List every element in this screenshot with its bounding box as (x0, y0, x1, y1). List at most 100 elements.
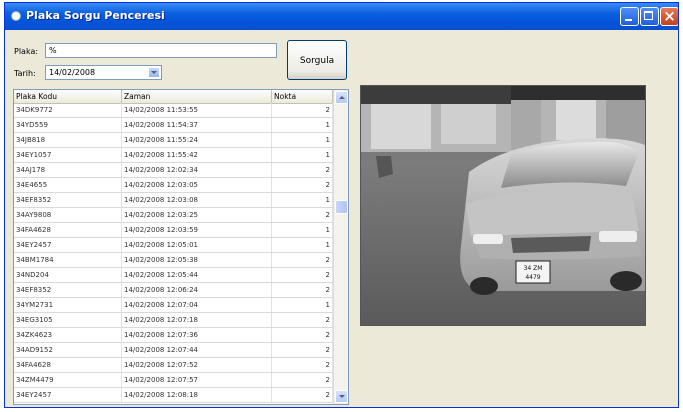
cell-plaka-kodu: 34JB818 (14, 133, 122, 147)
table-row[interactable]: 34AD9152 14/02/2008 12:07:44 2 (14, 343, 333, 358)
app-icon (11, 11, 21, 21)
cell-zaman: 14/02/2008 11:53:55 (122, 103, 272, 117)
cell-zaman: 14/02/2008 12:06:24 (122, 283, 272, 297)
cell-plaka-kodu: 34EY2457 (14, 238, 122, 252)
cell-zaman: 14/02/2008 12:07:18 (122, 313, 272, 327)
cell-plaka-kodu: 34FA4628 (14, 358, 122, 372)
table-row[interactable]: 34ZM4479 14/02/2008 12:07:57 2 (14, 373, 333, 388)
results-grid: Plaka Kodu Zaman Nokta 34DK9772 14/02/200… (13, 89, 349, 405)
cell-nokta: 2 (272, 373, 333, 387)
cell-zaman: 14/02/2008 11:55:42 (122, 148, 272, 162)
tarih-label: Tarih: (14, 69, 36, 78)
cell-plaka-kodu: 34EF8352 (14, 193, 122, 207)
table-row[interactable]: 34EF8352 14/02/2008 12:06:24 2 (14, 283, 333, 298)
maximize-button[interactable] (640, 7, 659, 26)
cell-nokta: 2 (272, 283, 333, 297)
table-row[interactable]: 34AY9808 14/02/2008 12:03:25 2 (14, 208, 333, 223)
table-row[interactable]: 34EY1057 14/02/2008 11:55:42 1 (14, 148, 333, 163)
cell-zaman: 14/02/2008 12:05:44 (122, 268, 272, 282)
scroll-up-icon[interactable] (335, 91, 348, 104)
cell-plaka-kodu: 34ZM4479 (14, 373, 122, 387)
cell-zaman: 14/02/2008 12:07:57 (122, 373, 272, 387)
plaka-input[interactable] (45, 43, 277, 58)
cell-nokta: 2 (272, 208, 333, 222)
cell-nokta: 2 (272, 388, 333, 402)
cell-zaman: 14/02/2008 12:02:34 (122, 163, 272, 177)
table-row[interactable]: 34YM2731 14/02/2008 12:07:04 1 (14, 298, 333, 313)
cell-zaman: 14/02/2008 12:03:59 (122, 223, 272, 237)
plaka-label: Plaka: (14, 47, 39, 56)
table-row[interactable]: 34DK9772 14/02/2008 11:53:55 2 (14, 103, 333, 118)
cell-nokta: 1 (272, 298, 333, 312)
column-header-nokta[interactable]: Nokta (272, 90, 333, 103)
table-row[interactable]: 34AJ178 14/02/2008 12:02:34 2 (14, 163, 333, 178)
cell-plaka-kodu: 34EY2457 (14, 388, 122, 402)
column-header-plaka-kodu[interactable]: Plaka Kodu (14, 90, 122, 103)
tarih-date-picker[interactable]: 14/02/2008 (45, 65, 162, 80)
cell-zaman: 14/02/2008 12:07:44 (122, 343, 272, 357)
cell-zaman: 14/02/2008 12:07:04 (122, 298, 272, 312)
cell-nokta: 2 (272, 253, 333, 267)
table-row[interactable]: 34EF8352 14/02/2008 12:03:08 1 (14, 193, 333, 208)
cell-zaman: 14/02/2008 12:05:38 (122, 253, 272, 267)
vertical-scrollbar[interactable] (333, 90, 348, 404)
close-button[interactable] (660, 6, 678, 26)
table-row[interactable]: 34FA4628 14/02/2008 12:03:59 1 (14, 223, 333, 238)
chevron-down-icon[interactable] (148, 67, 160, 78)
column-header-zaman[interactable]: Zaman (122, 90, 272, 103)
cell-nokta: 1 (272, 193, 333, 207)
cell-plaka-kodu: 34ND204 (14, 268, 122, 282)
table-row[interactable]: 34ND204 14/02/2008 12:05:44 2 (14, 268, 333, 283)
cell-plaka-kodu: 34ZK4623 (14, 328, 122, 342)
cell-nokta: 2 (272, 178, 333, 192)
minimize-button[interactable] (620, 7, 639, 26)
table-row[interactable]: 34E4655 14/02/2008 12:03:05 2 (14, 178, 333, 193)
table-row[interactable]: 34JB818 14/02/2008 11:55:24 1 (14, 133, 333, 148)
cell-plaka-kodu: 34EG3105 (14, 313, 122, 327)
title-bar[interactable]: Plaka Sorgu Penceresi (5, 3, 678, 30)
plaka-sorgu-window: Plaka Sorgu Penceresi Plaka: Tarih: 14/0… (4, 2, 679, 408)
table-row[interactable]: 34EG3105 14/02/2008 12:07:18 2 (14, 313, 333, 328)
table-row[interactable]: 34EY2457 14/02/2008 12:05:01 1 (14, 238, 333, 253)
cell-nokta: 1 (272, 238, 333, 252)
scroll-down-icon[interactable] (335, 390, 348, 403)
tarih-value: 14/02/2008 (49, 68, 96, 77)
cell-zaman: 14/02/2008 12:05:01 (122, 238, 272, 252)
cell-zaman: 14/02/2008 12:03:08 (122, 193, 272, 207)
table-row[interactable]: 34BM1784 14/02/2008 12:05:38 2 (14, 253, 333, 268)
scroll-thumb[interactable] (335, 200, 348, 214)
cell-zaman: 14/02/2008 12:03:25 (122, 208, 272, 222)
table-row[interactable]: 34ZK4623 14/02/2008 12:07:36 2 (14, 328, 333, 343)
table-row[interactable]: 34FA4628 14/02/2008 12:07:52 2 (14, 358, 333, 373)
cell-nokta: 2 (272, 343, 333, 357)
vehicle-photo: 34 ZM 4479 (360, 85, 646, 326)
plate-text-line1: 34 ZM (524, 265, 543, 272)
cell-plaka-kodu: 34DK9772 (14, 103, 122, 117)
cell-zaman: 14/02/2008 11:55:24 (122, 133, 272, 147)
cell-plaka-kodu: 34E4655 (14, 178, 122, 192)
vehicle-photo-image: 34 ZM 4479 (361, 86, 645, 325)
cell-nokta: 1 (272, 118, 333, 132)
cell-nokta: 2 (272, 313, 333, 327)
grid-header: Plaka Kodu Zaman Nokta (14, 90, 333, 104)
window-title: Plaka Sorgu Penceresi (26, 9, 165, 22)
cell-plaka-kodu: 34AJ178 (14, 163, 122, 177)
table-row[interactable]: 34YD559 14/02/2008 11:54:37 1 (14, 118, 333, 133)
cell-nokta: 1 (272, 133, 333, 147)
cell-plaka-kodu: 34YD559 (14, 118, 122, 132)
cell-zaman: 14/02/2008 12:08:18 (122, 388, 272, 402)
cell-zaman: 14/02/2008 12:03:05 (122, 178, 272, 192)
cell-plaka-kodu: 34FA4628 (14, 223, 122, 237)
cell-nokta: 2 (272, 328, 333, 342)
grid-rows: 34DK9772 14/02/2008 11:53:55 2 34YD559 14/02… (14, 103, 333, 404)
sorgula-button[interactable]: Sorgula (287, 40, 347, 80)
cell-zaman: 14/02/2008 12:07:52 (122, 358, 272, 372)
cell-nokta: 1 (272, 148, 333, 162)
cell-nokta: 2 (272, 358, 333, 372)
table-row[interactable]: 34EY2457 14/02/2008 12:08:18 2 (14, 388, 333, 403)
cell-zaman: 14/02/2008 12:07:36 (122, 328, 272, 342)
cell-plaka-kodu: 34EY1057 (14, 148, 122, 162)
plate-text-line2: 4479 (525, 274, 540, 281)
cell-nokta: 2 (272, 163, 333, 177)
cell-nokta: 1 (272, 223, 333, 237)
